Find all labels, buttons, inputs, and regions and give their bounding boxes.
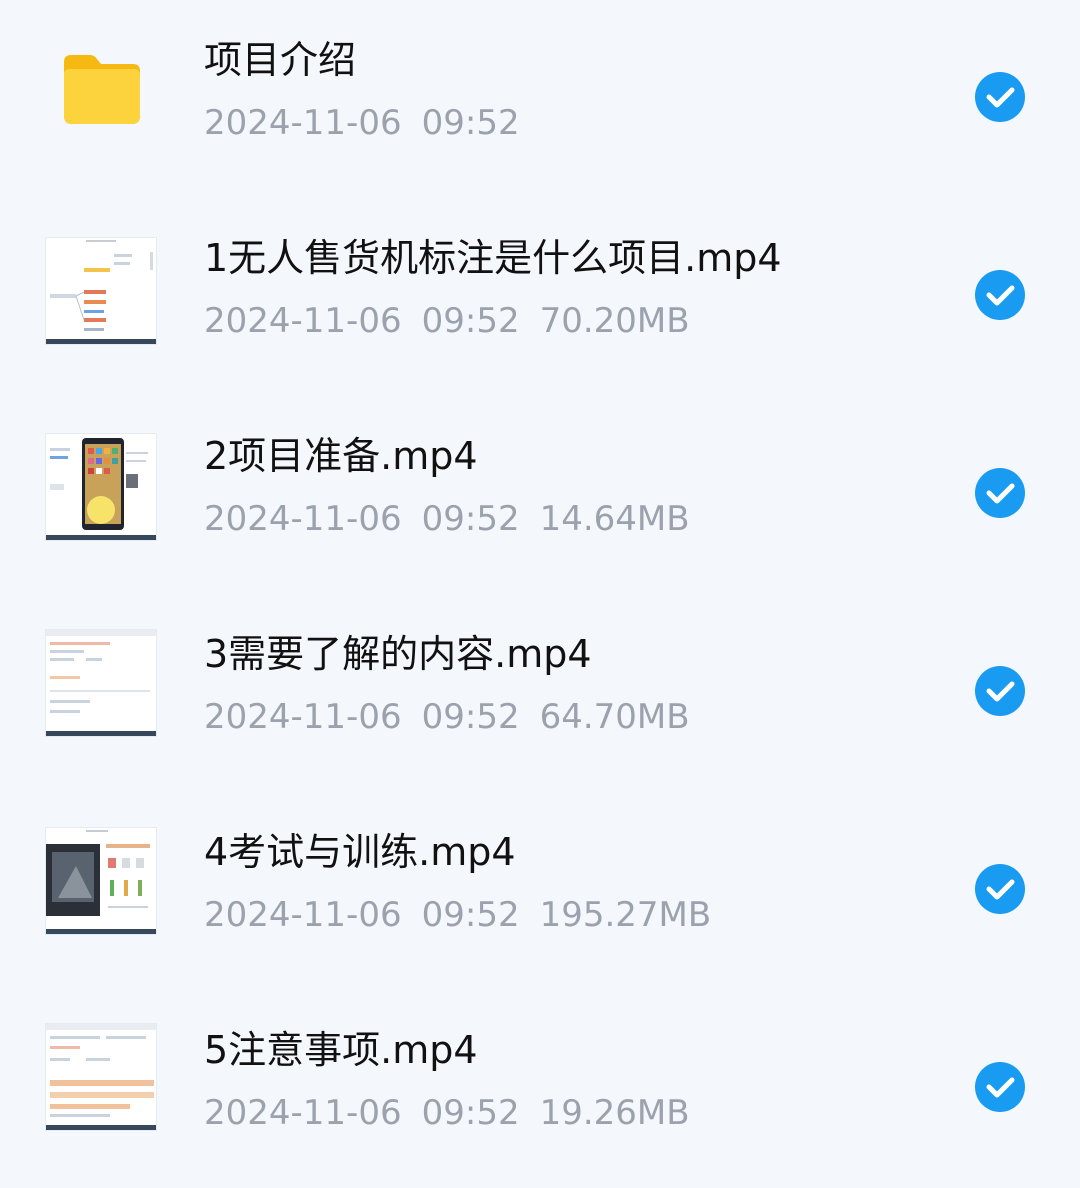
video-thumbnail bbox=[46, 630, 156, 736]
selected-check-icon[interactable] bbox=[975, 72, 1025, 122]
list-item-video[interactable]: 5注意事项.mp4 2024-11-06 09:52 19.26MB bbox=[0, 990, 1080, 1188]
file-time: 09:52 bbox=[421, 1093, 520, 1133]
file-time: 09:52 bbox=[421, 103, 520, 143]
file-meta: 2024-11-06 09:52 70.20MB bbox=[204, 298, 690, 344]
file-date: 2024-11-06 bbox=[204, 301, 402, 341]
file-name: 3需要了解的内容.mp4 bbox=[204, 632, 592, 676]
list-item-folder[interactable]: 项目介绍 2024-11-06 09:52 bbox=[0, 0, 1080, 198]
video-thumbnail bbox=[46, 238, 156, 344]
file-name: 4考试与训练.mp4 bbox=[204, 830, 516, 874]
file-time: 09:52 bbox=[421, 301, 520, 341]
file-name: 5注意事项.mp4 bbox=[204, 1028, 478, 1072]
video-thumbnail bbox=[46, 434, 156, 540]
selected-check-icon[interactable] bbox=[975, 864, 1025, 914]
file-size: 14.64MB bbox=[539, 499, 690, 539]
file-meta: 2024-11-06 09:52 19.26MB bbox=[204, 1090, 690, 1136]
file-name: 项目介绍 bbox=[204, 38, 357, 82]
file-meta: 2024-11-06 09:52 bbox=[204, 100, 520, 146]
folder-icon bbox=[60, 52, 144, 128]
file-size: 195.27MB bbox=[539, 895, 712, 935]
list-item-video[interactable]: 4考试与训练.mp4 2024-11-06 09:52 195.27MB bbox=[0, 792, 1080, 990]
video-thumbnail bbox=[46, 1024, 156, 1130]
file-name: 2项目准备.mp4 bbox=[204, 434, 478, 478]
list-item-video[interactable]: 2项目准备.mp4 2024-11-06 09:52 14.64MB bbox=[0, 396, 1080, 594]
selected-check-icon[interactable] bbox=[975, 666, 1025, 716]
file-size: 64.70MB bbox=[539, 697, 690, 737]
selected-check-icon[interactable] bbox=[975, 270, 1025, 320]
file-size: 19.26MB bbox=[539, 1093, 690, 1133]
file-date: 2024-11-06 bbox=[204, 103, 402, 143]
file-time: 09:52 bbox=[421, 499, 520, 539]
file-name: 1无人售货机标注是什么项目.mp4 bbox=[204, 236, 782, 280]
file-time: 09:52 bbox=[421, 895, 520, 935]
file-list: 项目介绍 2024-11-06 09:52 1无人售货机标注是什么项目.mp4 … bbox=[0, 0, 1080, 1179]
selected-check-icon[interactable] bbox=[975, 468, 1025, 518]
file-time: 09:52 bbox=[421, 697, 520, 737]
selected-check-icon[interactable] bbox=[975, 1062, 1025, 1112]
file-meta: 2024-11-06 09:52 64.70MB bbox=[204, 694, 690, 740]
file-meta: 2024-11-06 09:52 195.27MB bbox=[204, 892, 711, 938]
file-meta: 2024-11-06 09:52 14.64MB bbox=[204, 496, 690, 542]
file-date: 2024-11-06 bbox=[204, 697, 402, 737]
file-size: 70.20MB bbox=[539, 301, 690, 341]
list-item-video[interactable]: 3需要了解的内容.mp4 2024-11-06 09:52 64.70MB bbox=[0, 594, 1080, 792]
file-date: 2024-11-06 bbox=[204, 1093, 402, 1133]
file-date: 2024-11-06 bbox=[204, 499, 402, 539]
video-thumbnail bbox=[46, 828, 156, 934]
list-item-video[interactable]: 1无人售货机标注是什么项目.mp4 2024-11-06 09:52 70.20MB bbox=[0, 198, 1080, 396]
file-date: 2024-11-06 bbox=[204, 895, 402, 935]
